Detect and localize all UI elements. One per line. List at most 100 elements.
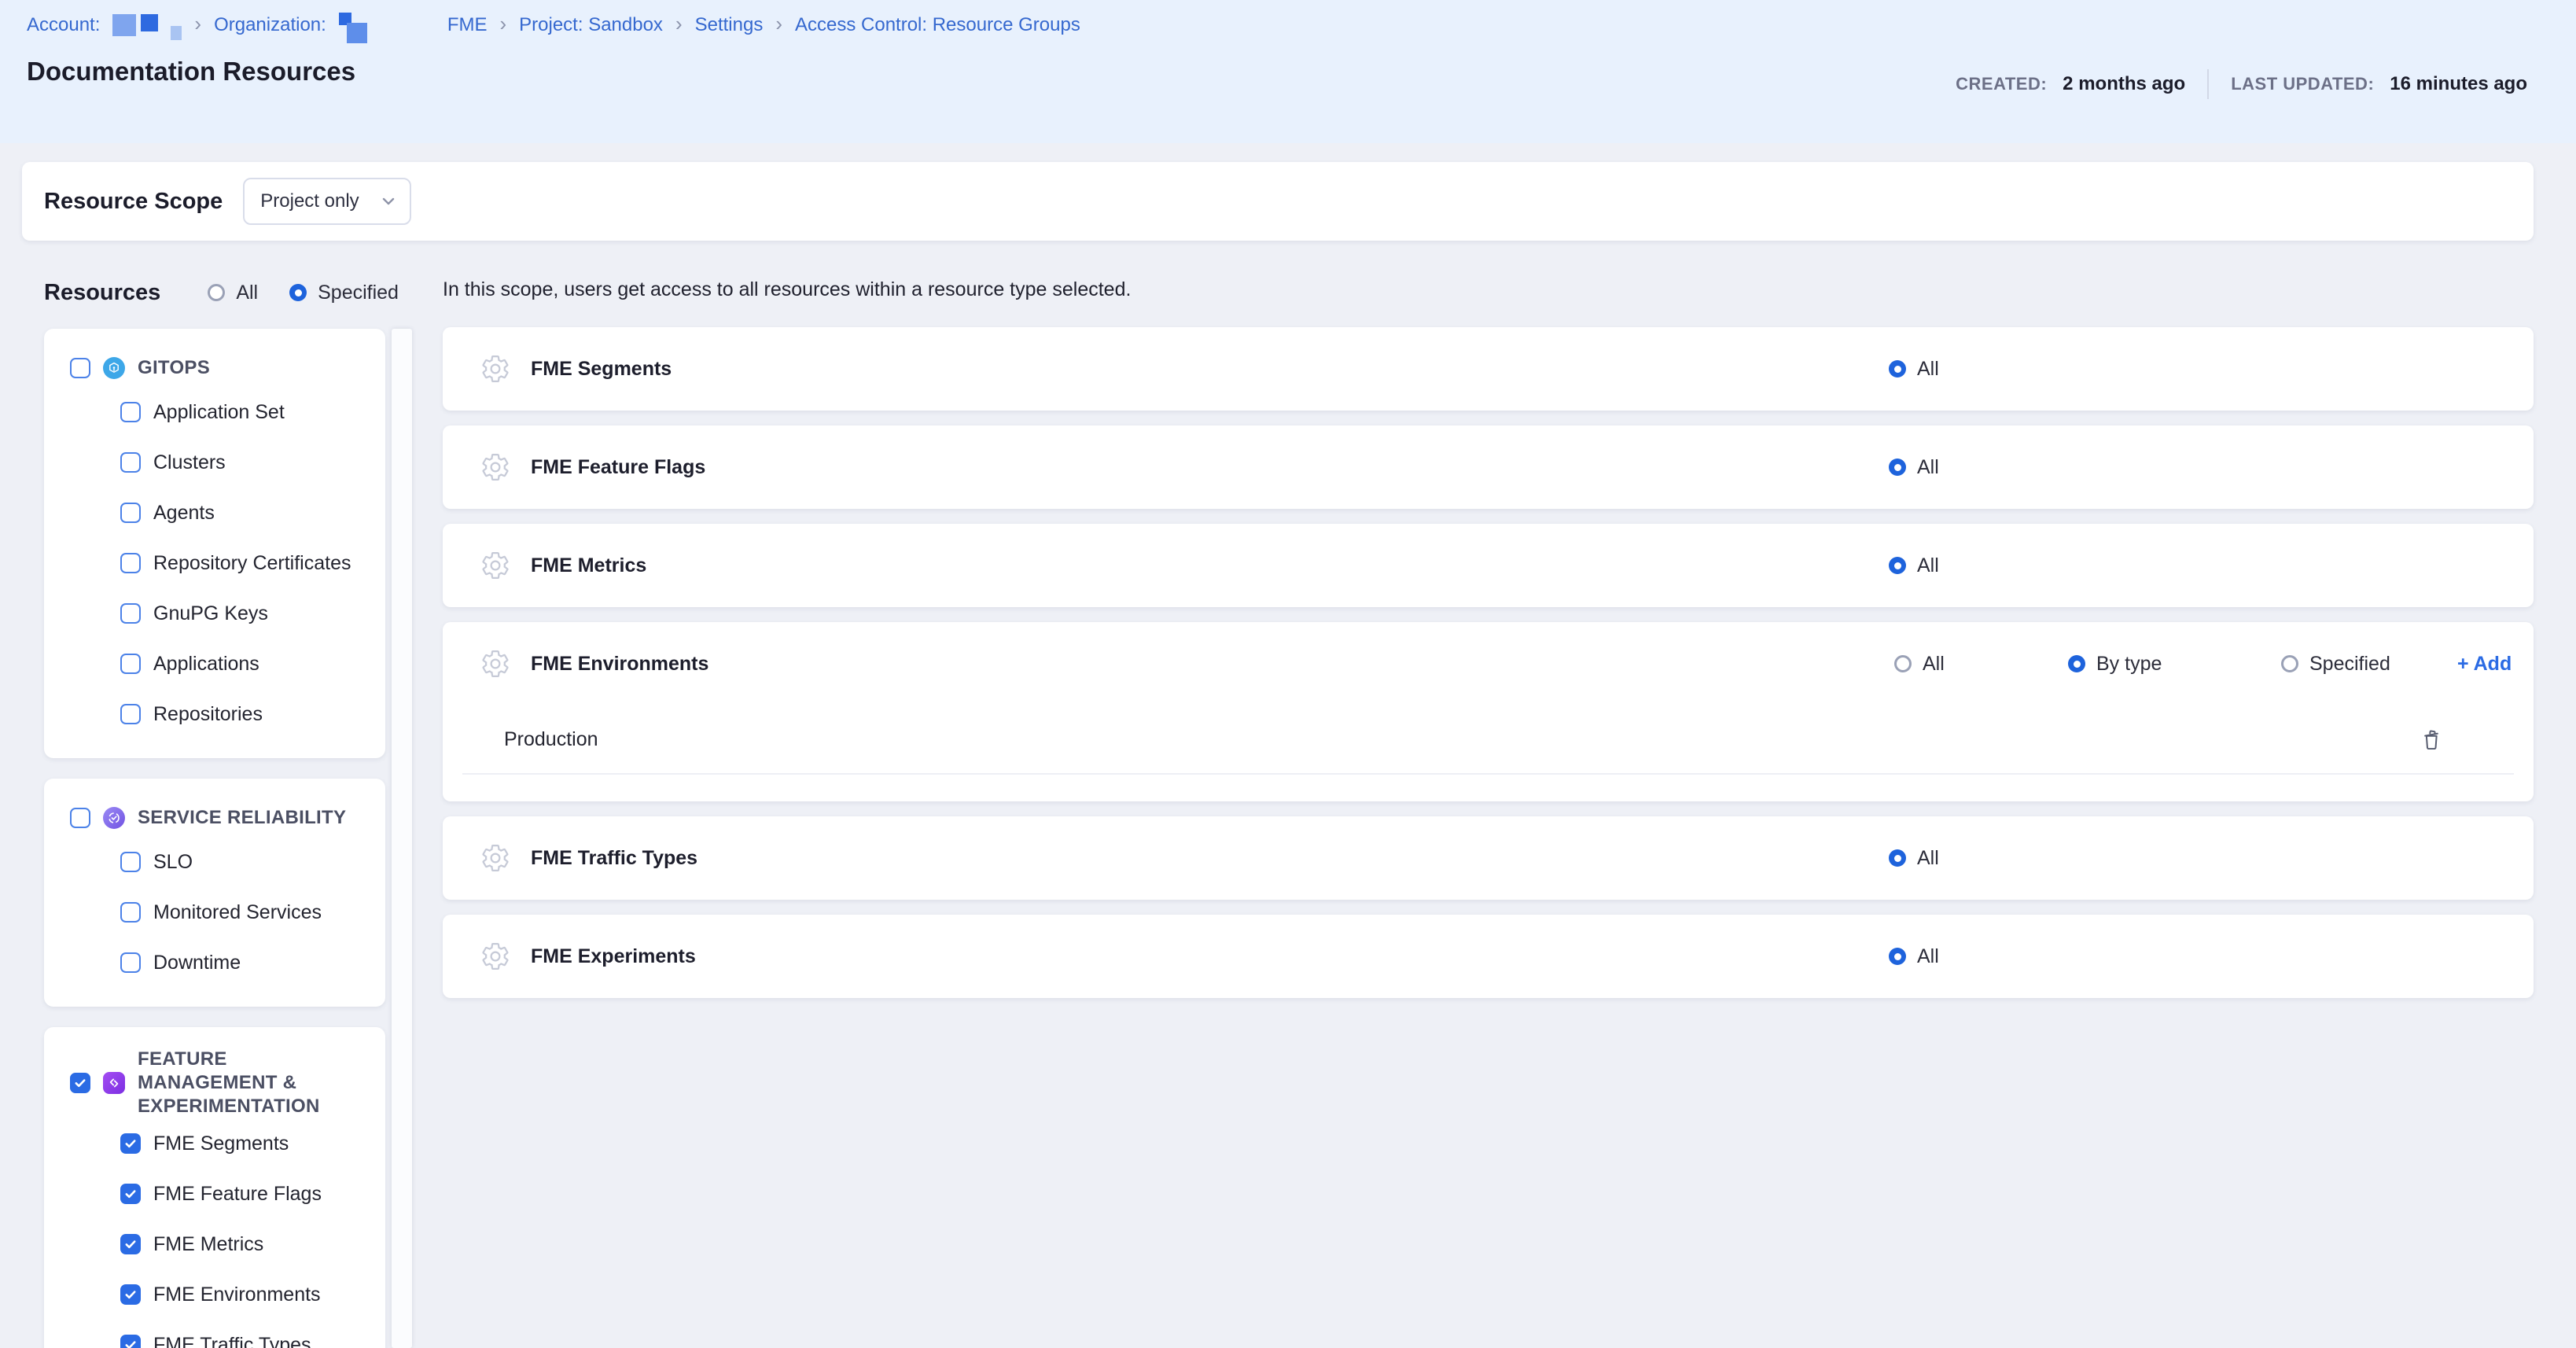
- resource-type-row: FME Environments: [44, 1269, 385, 1320]
- header-meta: CREATED: 2 months ago LAST UPDATED: 16 m…: [1956, 69, 2527, 99]
- resources-heading: Resources: [44, 280, 160, 306]
- resource-scope-dropdown[interactable]: Project only: [243, 178, 411, 225]
- resource-type-checkbox[interactable]: [120, 654, 141, 674]
- main-panel: In this scope, users get access to all r…: [443, 275, 2534, 1013]
- gear-icon: [480, 354, 510, 384]
- radio-by-type[interactable]: [2068, 655, 2085, 672]
- resource-type-row: SLO: [44, 837, 385, 887]
- resource-type-checkbox[interactable]: [120, 1335, 141, 1348]
- resource-access-label: FME Environments: [531, 653, 708, 676]
- resources-radio-all[interactable]: [208, 284, 225, 301]
- selected-environment-row: Production: [443, 705, 2534, 773]
- sidebar-scrollbar[interactable]: [392, 329, 412, 1348]
- resources-radio-specified[interactable]: [289, 284, 307, 301]
- resources-radio-specified-label: Specified: [318, 282, 399, 304]
- breadcrumb-link[interactable]: Settings: [695, 14, 764, 36]
- resource-access-card: FME Segments All: [443, 327, 2534, 411]
- resource-type-checkbox[interactable]: [120, 1284, 141, 1305]
- last-updated-label: LAST UPDATED:: [2231, 74, 2374, 94]
- radio-all-label: All: [1917, 945, 1939, 968]
- radio-all[interactable]: [1894, 655, 1912, 672]
- resource-type-checkbox[interactable]: [120, 452, 141, 473]
- resource-type-row: GnuPG Keys: [44, 588, 385, 639]
- access-mode-radio-group: All: [1889, 945, 1939, 968]
- breadcrumb-separator-icon: ›: [194, 12, 201, 36]
- resource-type-row: Repositories: [44, 689, 385, 739]
- radio-all[interactable]: [1889, 849, 1906, 867]
- resource-type-label: Applications: [153, 653, 259, 676]
- breadcrumb-account-label[interactable]: Account:: [27, 14, 100, 36]
- breadcrumb-organization-label[interactable]: Organization:: [214, 14, 326, 36]
- resource-group-card: SERVICE RELIABILITYSLOMonitored Services…: [44, 779, 385, 1007]
- resource-group-header: FEATURE MANAGEMENT & EXPERIMENTATION: [44, 1048, 385, 1118]
- resource-type-label: Downtime: [153, 952, 241, 974]
- access-mode-radio-group: All: [1889, 554, 1939, 577]
- resource-access-row: FME Metrics All: [443, 524, 2534, 607]
- resource-type-checkbox[interactable]: [120, 902, 141, 923]
- resource-access-label: FME Experiments: [531, 945, 696, 968]
- resource-type-label: FME Traffic Types: [153, 1334, 311, 1348]
- resource-access-label: FME Metrics: [531, 554, 646, 577]
- resource-type-checkbox[interactable]: [120, 553, 141, 573]
- resource-type-checkbox[interactable]: [120, 402, 141, 422]
- resource-type-row: FME Feature Flags: [44, 1169, 385, 1219]
- breadcrumb-link[interactable]: FME: [447, 14, 488, 36]
- resource-type-row: Clusters: [44, 437, 385, 488]
- resource-type-checkbox[interactable]: [120, 704, 141, 724]
- gear-icon: [480, 649, 510, 679]
- access-mode-radio-group: All: [1889, 358, 1939, 381]
- group-checkbox[interactable]: [70, 808, 90, 828]
- resource-group-name: FEATURE MANAGEMENT & EXPERIMENTATION: [138, 1048, 370, 1118]
- resource-type-row: Applications: [44, 639, 385, 689]
- resource-type-checkbox[interactable]: [120, 1234, 141, 1254]
- fme-icon: [103, 1072, 125, 1094]
- access-mode-option: By type: [2068, 653, 2162, 676]
- breadcrumb-link[interactable]: Project: Sandbox: [519, 14, 663, 36]
- resource-type-label: GnuPG Keys: [153, 602, 268, 625]
- resource-type-label: FME Feature Flags: [153, 1183, 322, 1206]
- radio-all[interactable]: [1889, 948, 1906, 965]
- radio-specified[interactable]: [2281, 655, 2298, 672]
- resource-type-label: FME Metrics: [153, 1233, 263, 1256]
- resource-access-label: FME Segments: [531, 358, 672, 381]
- resource-type-label: Repositories: [153, 703, 263, 726]
- radio-all-label: All: [1917, 358, 1939, 381]
- account-name-redacted: [112, 14, 182, 36]
- resource-access-card: FME Metrics All: [443, 524, 2534, 607]
- group-checkbox[interactable]: [70, 358, 90, 378]
- breadcrumb-separator-icon: ›: [499, 12, 506, 36]
- gear-icon: [480, 452, 510, 482]
- created-label: CREATED:: [1956, 74, 2047, 94]
- group-checkbox[interactable]: [70, 1073, 90, 1093]
- resource-rows: FME SegmentsAllFME Feature FlagsAllFME M…: [443, 327, 2534, 998]
- service-reliability-icon: [103, 807, 125, 829]
- resource-type-checkbox[interactable]: [120, 503, 141, 523]
- resource-group-name: GITOPS: [138, 356, 210, 380]
- resource-type-checkbox[interactable]: [120, 603, 141, 624]
- delete-environment-button[interactable]: [2418, 725, 2445, 753]
- chevron-down-icon: [380, 193, 397, 210]
- resource-group-card: FEATURE MANAGEMENT & EXPERIMENTATION FME …: [44, 1027, 385, 1348]
- resource-access-label: FME Feature Flags: [531, 456, 705, 479]
- resource-type-checkbox[interactable]: [120, 1133, 141, 1154]
- resource-group-header: SERVICE RELIABILITY: [44, 799, 385, 837]
- add-button[interactable]: + Add: [2457, 653, 2512, 676]
- radio-all[interactable]: [1889, 557, 1906, 574]
- created-value: 2 months ago: [2063, 73, 2185, 95]
- resource-type-checkbox[interactable]: [120, 1184, 141, 1204]
- radio-all-label: All: [1917, 847, 1939, 870]
- radio-all[interactable]: [1889, 360, 1906, 378]
- resource-type-checkbox[interactable]: [120, 952, 141, 973]
- resource-type-row: Repository Certificates: [44, 538, 385, 588]
- meta-divider: [2207, 69, 2209, 99]
- scope-description: In this scope, users get access to all r…: [443, 275, 2534, 327]
- radio-all[interactable]: [1889, 459, 1906, 476]
- gear-icon: [480, 941, 510, 971]
- resource-access-row: FME Traffic Types All: [443, 816, 2534, 900]
- resource-access-card: FME Traffic Types All: [443, 816, 2534, 900]
- resource-group-name: SERVICE RELIABILITY: [138, 806, 346, 830]
- resource-type-checkbox[interactable]: [120, 852, 141, 872]
- breadcrumb-link[interactable]: Access Control: Resource Groups: [795, 14, 1080, 36]
- resource-access-label: FME Traffic Types: [531, 847, 697, 870]
- access-mode-radio-group: All: [1889, 456, 1939, 479]
